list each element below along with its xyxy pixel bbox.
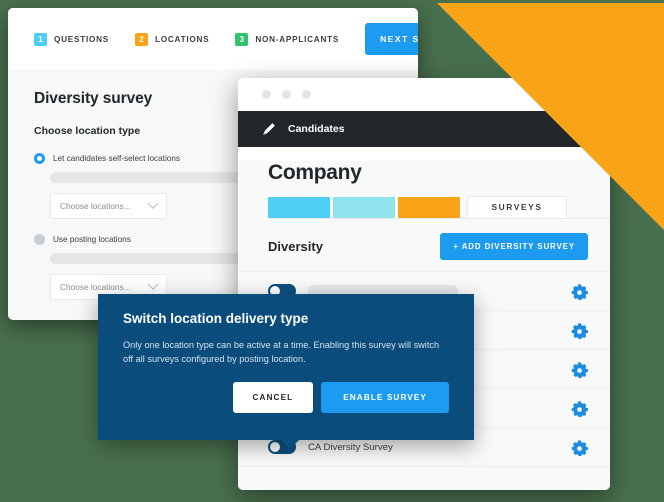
tab-color-1[interactable]: [268, 197, 330, 218]
radio-button-selected-icon[interactable]: [34, 153, 45, 164]
tab-surveys[interactable]: SURVEYS: [467, 196, 567, 218]
pencil-icon: [263, 122, 275, 135]
chevron-down-icon: [147, 278, 159, 290]
radio-label-posting-locations: Use posting locations: [53, 235, 131, 244]
step-number-badge-3: 3: [235, 32, 249, 46]
chevron-down-icon: [147, 197, 159, 209]
diversity-section-title: Diversity: [268, 239, 323, 254]
gear-icon[interactable]: [571, 322, 588, 339]
enable-survey-button[interactable]: ENABLE SURVEY: [321, 381, 449, 413]
screenshot-stage: 1 QUESTIONS 2 LOCATIONS 3 NON-APPLICANTS…: [0, 0, 664, 502]
tab-bar: SURVEYS: [268, 195, 610, 219]
window-dot-icon[interactable]: [262, 90, 271, 99]
wizard-step-questions[interactable]: 1 QUESTIONS: [34, 32, 109, 46]
modal-title: Switch location delivery type: [123, 311, 309, 326]
add-diversity-survey-button[interactable]: + ADD DIVERSITY SURVEY: [440, 233, 588, 260]
step-label-locations: LOCATIONS: [154, 34, 210, 44]
radio-label-self-select: Let candidates self-select locations: [53, 154, 180, 163]
app-header-title: Candidates: [288, 123, 345, 135]
radio-button-unselected-icon[interactable]: [34, 234, 45, 245]
window-dot-icon[interactable]: [282, 90, 291, 99]
gear-icon[interactable]: [571, 400, 588, 417]
tab-color-3[interactable]: [398, 197, 460, 218]
locations-select-self-select[interactable]: Choose locations...: [50, 193, 167, 219]
modal-actions: CANCEL ENABLE SURVEY: [98, 381, 449, 413]
locations-select-value: Choose locations...: [60, 282, 131, 292]
wizard-step-non-applicants[interactable]: 3 NON-APPLICANTS: [235, 32, 340, 46]
step-label-questions: QUESTIONS: [54, 34, 109, 44]
window-dot-icon[interactable]: [302, 90, 311, 99]
company-page-title: Company: [268, 161, 362, 184]
step-label-non-applicants: NON-APPLICANTS: [255, 34, 340, 44]
gear-icon[interactable]: [571, 439, 588, 456]
wizard-toolbar: 1 QUESTIONS 2 LOCATIONS 3 NON-APPLICANTS…: [8, 8, 418, 70]
step-number-badge-2: 2: [134, 32, 148, 46]
tab-color-2[interactable]: [333, 197, 395, 218]
next-step-button[interactable]: NEXT STEP: [365, 23, 418, 55]
wizard-step-locations[interactable]: 2 LOCATIONS: [134, 32, 210, 46]
modal-body-text: Only one location type can be active at …: [123, 340, 440, 365]
step-number-badge-1: 1: [34, 32, 47, 46]
modal-pointer-arrow: [281, 440, 299, 449]
wizard-step-list: 1 QUESTIONS 2 LOCATIONS 3 NON-APPLICANTS: [34, 32, 365, 46]
diversity-section-header: Diversity + ADD DIVERSITY SURVEY: [268, 233, 588, 260]
switch-location-delivery-modal: Switch location delivery type Only one l…: [98, 294, 474, 440]
cancel-button[interactable]: CANCEL: [232, 381, 314, 413]
locations-select-value: Choose locations...: [60, 201, 131, 211]
gear-icon[interactable]: [571, 361, 588, 378]
survey-name-ca-diversity: CA Diversity Survey: [308, 441, 393, 453]
gear-icon[interactable]: [571, 283, 588, 300]
